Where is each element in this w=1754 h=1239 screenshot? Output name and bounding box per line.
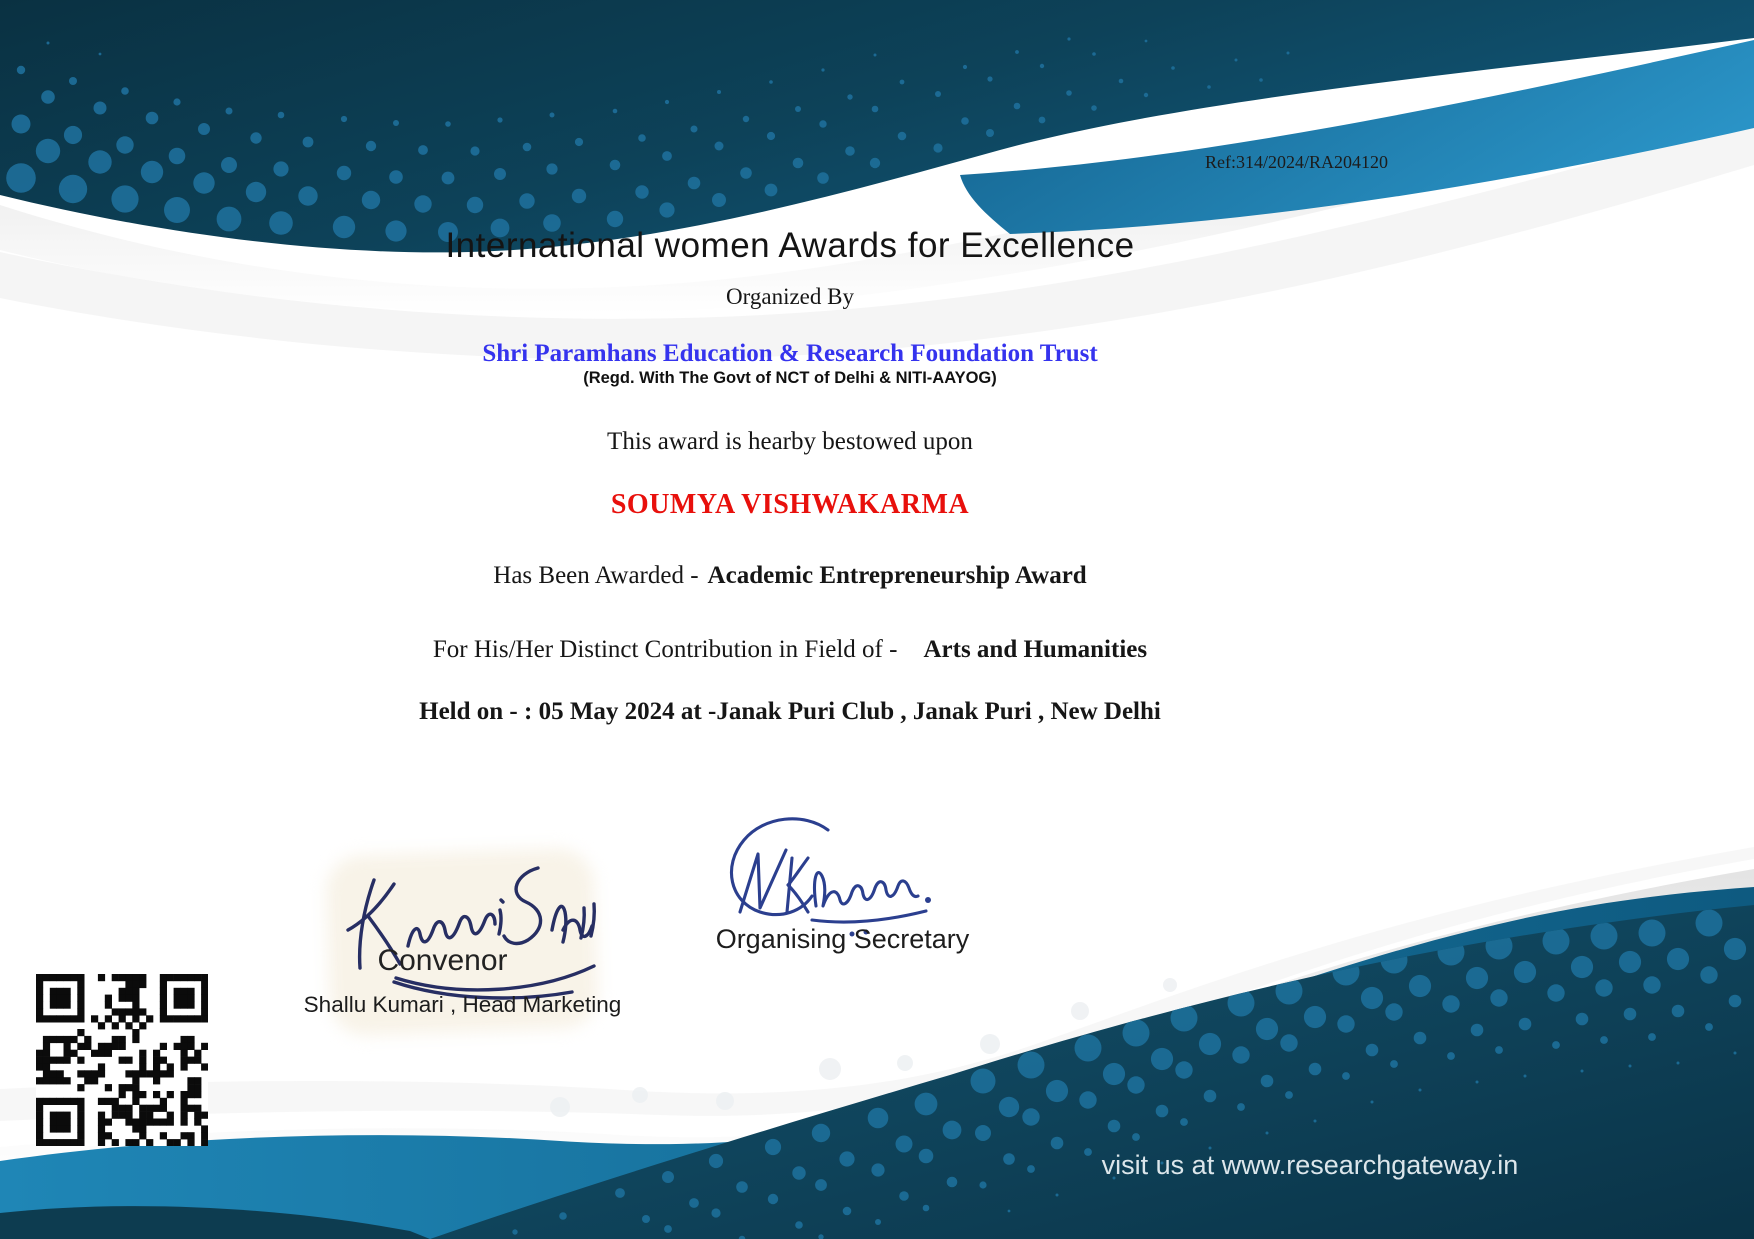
field-value: Arts and Humanities bbox=[923, 636, 1147, 663]
organising-secretary-signature bbox=[700, 808, 950, 943]
bottom-dark-wave bbox=[430, 905, 1754, 1239]
convenor-role-label: Convenor bbox=[300, 944, 585, 978]
event-line: Held on - : 05 May 2024 at -Janak Puri C… bbox=[0, 698, 1580, 726]
award-line: Has Been Awarded - Academic Entrepreneurs… bbox=[0, 562, 1580, 590]
footer-website-text: visit us at www.researchgateway.in bbox=[1040, 1150, 1580, 1181]
organization-name: Shri Paramhans Education & Research Foun… bbox=[0, 340, 1580, 368]
organising-secretary-role-label: Organising Secretary bbox=[700, 924, 985, 955]
organized-by-label: Organized By bbox=[0, 284, 1580, 310]
convenor-detail-label: Shallu Kumari , Head Marketing bbox=[280, 992, 645, 1018]
certificate-title: International women Awards for Excellenc… bbox=[0, 226, 1580, 266]
field-prefix: For His/Her Distinct Contribution in Fie… bbox=[433, 636, 898, 663]
reference-number: Ref:314/2024/RA204120 bbox=[1205, 152, 1388, 173]
certificate-page: Ref:314/2024/RA204120 International wome… bbox=[0, 0, 1754, 1239]
organization-registration: (Regd. With The Govt of NCT of Delhi & N… bbox=[0, 369, 1580, 388]
award-prefix: Has Been Awarded - bbox=[493, 562, 698, 589]
field-line: For His/Her Distinct Contribution in Fie… bbox=[0, 636, 1580, 664]
bestowed-line: This award is hearby bestowed upon bbox=[0, 428, 1580, 456]
recipient-name: SOUMYA VISHWAKARMA bbox=[0, 489, 1580, 521]
qr-code bbox=[36, 974, 208, 1146]
award-title: Academic Entrepreneurship Award bbox=[708, 562, 1087, 589]
